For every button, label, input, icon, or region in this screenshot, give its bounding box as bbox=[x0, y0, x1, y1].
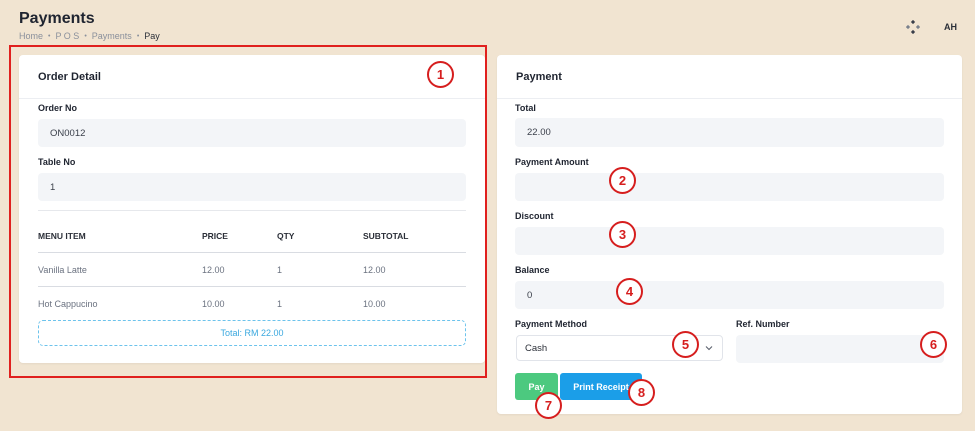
annotation-marker-3: 3 bbox=[609, 221, 636, 248]
row-qty: 1 bbox=[277, 299, 283, 309]
breadcrumb-separator: • bbox=[136, 32, 140, 40]
annotation-marker-7: 7 bbox=[535, 392, 562, 419]
payment-amount-input[interactable] bbox=[515, 173, 944, 201]
breadcrumb-separator: • bbox=[48, 32, 51, 40]
breadcrumb-separator: • bbox=[84, 32, 87, 40]
table-header-divider bbox=[38, 252, 466, 253]
annotation-marker-8: 8 bbox=[628, 379, 655, 406]
ref-number-label: Ref. Number bbox=[736, 319, 790, 329]
annotation-marker-2: 2 bbox=[609, 167, 636, 194]
order-detail-title: Order Detail bbox=[19, 55, 485, 99]
breadcrumb-home[interactable]: Home bbox=[19, 31, 43, 41]
balance-value: 0 bbox=[527, 289, 533, 301]
payment-method-label: Payment Method bbox=[515, 319, 588, 329]
order-total: Total: RM 22.00 bbox=[38, 320, 466, 346]
breadcrumb: Home • P O S • Payments • Pay bbox=[19, 31, 160, 41]
chevron-down-icon bbox=[705, 346, 713, 351]
row-price: 10.00 bbox=[202, 299, 225, 309]
column-header-price: PRICE bbox=[202, 231, 228, 241]
row-item: Vanilla Latte bbox=[38, 265, 87, 275]
total-field: 22.00 bbox=[515, 118, 944, 147]
row-qty: 1 bbox=[277, 265, 283, 275]
order-no-label: Order No bbox=[38, 103, 78, 113]
table-no-label: Table No bbox=[38, 157, 76, 167]
breadcrumb-pos[interactable]: P O S bbox=[55, 31, 79, 41]
table-no-field: 1 bbox=[38, 173, 466, 201]
diamond-dots-icon[interactable] bbox=[906, 20, 920, 34]
order-detail-card: Order Detail Order No ON0012 Table No 1 … bbox=[19, 55, 485, 363]
payment-amount-label: Payment Amount bbox=[515, 157, 589, 167]
annotation-marker-4: 4 bbox=[616, 278, 643, 305]
breadcrumb-current: Pay bbox=[144, 31, 160, 41]
annotation-marker-6: 6 bbox=[920, 331, 947, 358]
header-actions: AH bbox=[906, 20, 957, 34]
section-divider bbox=[38, 210, 466, 211]
payment-title: Payment bbox=[497, 55, 962, 99]
payment-card: Payment Total 22.00 Payment Amount Disco… bbox=[497, 55, 962, 414]
breadcrumb-payments[interactable]: Payments bbox=[92, 31, 132, 41]
avatar[interactable]: AH bbox=[944, 22, 957, 32]
total-value: 22.00 bbox=[527, 127, 551, 138]
payment-method-value: Cash bbox=[525, 342, 548, 354]
discount-input[interactable] bbox=[515, 227, 944, 255]
table-no-value: 1 bbox=[50, 181, 56, 193]
discount-label: Discount bbox=[515, 211, 554, 221]
page-title: Payments bbox=[19, 10, 95, 27]
row-divider bbox=[38, 286, 466, 287]
annotation-marker-1: 1 bbox=[427, 61, 454, 88]
row-subtotal: 12.00 bbox=[363, 265, 386, 275]
row-item: Hot Cappucino bbox=[38, 299, 98, 309]
column-header-subtotal: SUBTOTAL bbox=[363, 231, 409, 241]
balance-field: 0 bbox=[515, 281, 944, 309]
column-header-qty: QTY bbox=[277, 231, 295, 241]
balance-label: Balance bbox=[515, 265, 550, 275]
row-price: 12.00 bbox=[202, 265, 225, 275]
row-subtotal: 10.00 bbox=[363, 299, 386, 309]
ref-number-input[interactable] bbox=[736, 335, 944, 363]
total-label: Total bbox=[515, 103, 536, 113]
order-no-value: ON0012 bbox=[50, 127, 86, 139]
order-no-field: ON0012 bbox=[38, 119, 466, 147]
column-header-menu-item: MENU ITEM bbox=[38, 231, 86, 241]
annotation-marker-5: 5 bbox=[672, 331, 699, 358]
